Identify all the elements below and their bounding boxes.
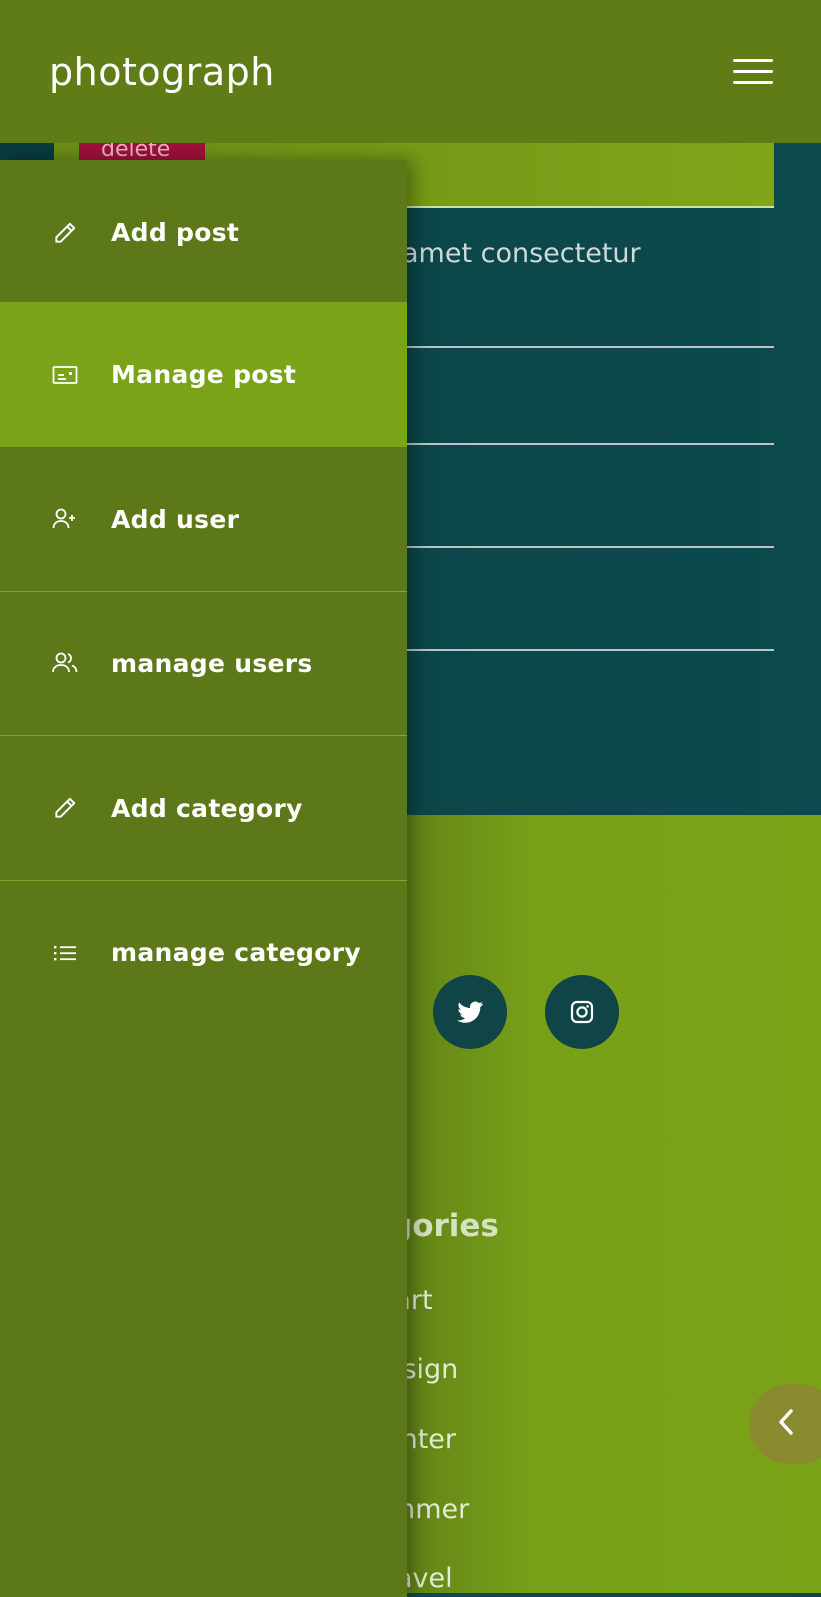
menu-item-add-user[interactable]: Add user bbox=[0, 447, 407, 592]
brand-title[interactable]: photograph bbox=[49, 50, 275, 94]
user-plus-icon bbox=[50, 504, 80, 534]
twitter-icon[interactable] bbox=[433, 975, 507, 1049]
menu-item-label: Add post bbox=[111, 218, 240, 247]
card-icon bbox=[50, 360, 80, 390]
menu-item-label: manage category bbox=[111, 938, 361, 967]
divider bbox=[402, 443, 774, 445]
menu-item-label: Add category bbox=[111, 793, 303, 823]
list-icon bbox=[50, 938, 80, 968]
menu-item-label: Add user bbox=[111, 504, 240, 534]
menu-item-add-category[interactable]: Add category bbox=[0, 736, 407, 881]
divider bbox=[402, 649, 774, 651]
users-icon bbox=[50, 648, 80, 678]
menu-item-manage-users[interactable]: manage users bbox=[0, 591, 407, 736]
post-excerpt: amet consectetur bbox=[402, 238, 641, 269]
divider bbox=[402, 546, 774, 548]
hamburger-icon[interactable] bbox=[733, 59, 773, 89]
menu-item-add-post[interactable]: Add post bbox=[0, 160, 407, 305]
menu-item-label: Manage post bbox=[111, 360, 297, 389]
menu-item-manage-category[interactable]: manage category bbox=[0, 880, 407, 1025]
chevron-left-icon bbox=[777, 1408, 795, 1440]
menu-item-label: manage users bbox=[111, 648, 313, 678]
side-drawer: Add post Manage post Add user manage use… bbox=[0, 160, 407, 1597]
pencil-icon bbox=[50, 793, 80, 823]
drawer-toggle-button[interactable] bbox=[749, 1384, 821, 1464]
top-app-bar: photograph bbox=[0, 0, 821, 143]
instagram-icon[interactable] bbox=[545, 975, 619, 1049]
delete-button[interactable]: delete bbox=[79, 143, 205, 161]
pencil-icon bbox=[50, 218, 80, 248]
divider bbox=[402, 346, 774, 348]
menu-item-manage-post[interactable]: Manage post bbox=[0, 302, 407, 447]
